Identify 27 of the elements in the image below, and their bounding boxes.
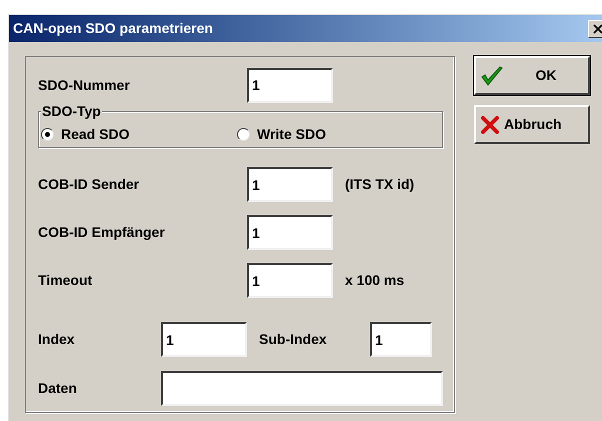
radio-option[interactable]: Write SDO [237,124,326,145]
cancel-button[interactable]: Abbruch [474,105,590,144]
value-field[interactable]: 1 [247,263,333,298]
field-label: SDO-Nummer [38,76,131,94]
radio-button[interactable] [237,128,250,141]
field-label: COB-ID Sender [38,175,140,194]
ok-button[interactable]: OK [474,56,590,95]
window-title: CAN-open SDO parametrieren [13,19,214,38]
index-field[interactable]: 1 [161,322,247,357]
close-button[interactable] [588,20,602,38]
unit-label: (ITS TX id) [345,175,414,194]
field-label: Daten [38,379,78,398]
number-field[interactable]: 1 [247,68,333,102]
radio-button[interactable] [41,128,54,141]
data-field[interactable] [161,371,443,406]
radio-option[interactable]: Read SDO [41,124,237,145]
sub-index-field[interactable]: 1 [370,322,432,357]
cross-icon [480,114,500,134]
unit-label: x 100 ms [345,271,404,290]
close-icon [591,22,602,36]
field-label: Sub-Index [258,330,328,349]
field-label: Index [38,330,76,349]
field-label: Timeout [38,271,94,290]
value-field[interactable]: 1 [247,167,333,202]
value-field[interactable]: 1 [247,215,333,250]
checkmark-icon [480,64,504,86]
field-label: COB-ID Empfänger [38,223,166,242]
